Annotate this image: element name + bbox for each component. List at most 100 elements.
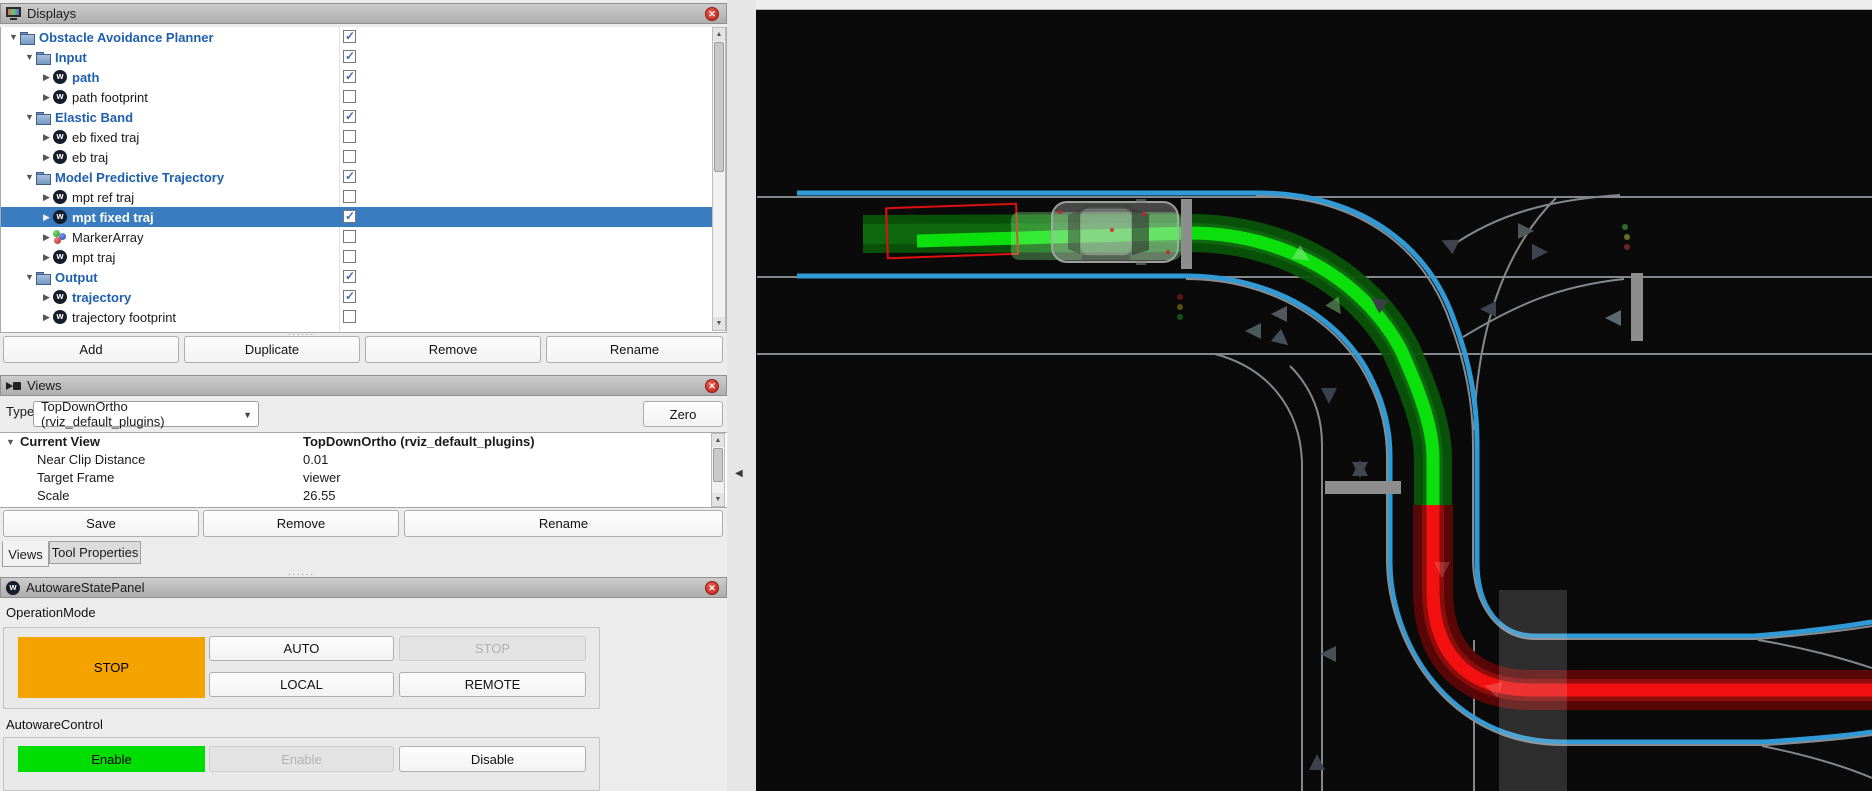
expand-arrow-icon[interactable]: ▶ — [40, 252, 53, 263]
visibility-checkbox[interactable] — [343, 50, 356, 63]
scrollbar-thumb[interactable] — [714, 42, 724, 172]
visibility-checkbox[interactable] — [343, 230, 356, 243]
tab-views[interactable]: Views — [2, 541, 49, 567]
close-icon[interactable]: ✕ — [705, 379, 719, 393]
visibility-checkbox[interactable] — [343, 110, 356, 123]
tree-scrollbar[interactable]: ▲ ▼ — [712, 27, 726, 331]
close-icon[interactable]: ✕ — [705, 7, 719, 21]
expand-arrow-icon[interactable]: ▼ — [7, 32, 20, 42]
expand-arrow-icon[interactable]: ▼ — [23, 52, 36, 62]
enable-state-button[interactable]: Enable — [18, 746, 205, 772]
visibility-checkbox[interactable] — [343, 130, 356, 143]
visibility-checkbox[interactable] — [343, 250, 356, 263]
tab-tool-properties[interactable]: Tool Properties — [49, 541, 141, 564]
autoware-panel-title: AutowareStatePanel — [26, 580, 145, 595]
panel-splitter[interactable]: ◀ — [727, 0, 756, 791]
save-button[interactable]: Save — [3, 510, 199, 537]
visibility-checkbox[interactable] — [343, 310, 356, 323]
displays-panel-header[interactable]: Displays ✕ — [0, 3, 727, 24]
tree-item-path-footprint[interactable]: ▶w path footprint — [1, 87, 726, 107]
duplicate-button[interactable]: Duplicate — [184, 336, 360, 363]
map-viewport[interactable] — [756, 0, 1872, 791]
autoware-display-icon: w — [53, 70, 67, 84]
visibility-checkbox[interactable] — [343, 170, 356, 183]
expand-arrow-icon[interactable]: ▶ — [40, 152, 53, 163]
splitter-handle[interactable]: ...... — [288, 567, 315, 577]
tree-item-input[interactable]: ▼ Input — [1, 47, 726, 67]
scroll-down-icon[interactable]: ▼ — [712, 493, 724, 506]
expand-arrow-icon[interactable]: ▶ — [40, 312, 53, 323]
views-panel-header[interactable]: Views ✕ — [0, 375, 727, 396]
table-row-scale[interactable]: Scale 26.55 — [0, 487, 727, 505]
table-row-near-clip-distance[interactable]: Near Clip Distance 0.01 — [0, 451, 727, 469]
remote-button[interactable]: REMOTE — [399, 672, 586, 697]
remove-button[interactable]: Remove — [365, 336, 541, 363]
folder-icon — [36, 52, 50, 63]
disable-button[interactable]: Disable — [399, 746, 586, 772]
expand-arrow-icon[interactable]: ▶ — [40, 212, 53, 223]
rename-button[interactable]: Rename — [546, 336, 723, 363]
zero-button[interactable]: Zero — [643, 401, 723, 427]
expand-arrow-icon[interactable]: ▶ — [40, 292, 53, 303]
collapse-arrow-icon[interactable]: ◀ — [735, 468, 743, 479]
folder-icon — [36, 172, 50, 183]
local-button[interactable]: LOCAL — [209, 672, 394, 697]
tree-item-mpt-traj[interactable]: ▶w mpt traj — [1, 247, 726, 267]
marker-array-icon — [53, 230, 67, 244]
tree-item-mpt-ref-traj[interactable]: ▶w mpt ref traj — [1, 187, 726, 207]
stop-state-button[interactable]: STOP — [18, 637, 205, 698]
expand-arrow-icon[interactable]: ▶ — [40, 132, 53, 143]
autoware-display-icon: w — [53, 150, 67, 164]
view-type-dropdown[interactable]: TopDownOrtho (rviz_default_plugins) ▼ — [33, 401, 259, 427]
visibility-checkbox[interactable] — [343, 30, 356, 43]
scroll-down-icon[interactable]: ▼ — [713, 317, 725, 330]
tree-item-output[interactable]: ▼ Output — [1, 267, 726, 287]
remove-view-button[interactable]: Remove — [203, 510, 399, 537]
tree-item-path[interactable]: ▶w path — [1, 67, 726, 87]
auto-button[interactable]: AUTO — [209, 636, 394, 661]
expand-arrow-icon[interactable]: ▶ — [40, 92, 53, 103]
tree-item-elastic-band[interactable]: ▼ Elastic Band — [1, 107, 726, 127]
expand-arrow-icon[interactable]: ▼ — [23, 272, 36, 282]
close-icon[interactable]: ✕ — [705, 581, 719, 595]
map-view-svg[interactable] — [756, 0, 1872, 791]
visibility-checkbox[interactable] — [343, 290, 356, 303]
visibility-checkbox[interactable] — [343, 70, 356, 83]
rviz-window: Displays ✕ ▼ Obstacle Avoidance Planner … — [0, 0, 1872, 791]
visibility-checkbox[interactable] — [343, 270, 356, 283]
visibility-checkbox[interactable] — [343, 210, 356, 223]
tree-item-obstacle-avoidance-planner[interactable]: ▼ Obstacle Avoidance Planner — [1, 27, 726, 47]
scroll-up-icon[interactable]: ▲ — [713, 28, 725, 41]
table-scrollbar[interactable]: ▲ ▼ — [711, 433, 725, 507]
tree-item-model-predictive-trajectory[interactable]: ▼ Model Predictive Trajectory — [1, 167, 726, 187]
expand-arrow-icon[interactable]: ▶ — [40, 72, 53, 83]
visibility-checkbox[interactable] — [343, 150, 356, 163]
ego-vehicle — [1052, 199, 1178, 265]
autoware-control-label: AutowareControl — [6, 717, 103, 732]
tree-item-trajectory-footprint[interactable]: ▶w trajectory footprint — [1, 307, 726, 327]
expand-arrow-icon[interactable]: ▼ — [6, 437, 15, 447]
scrollbar-thumb[interactable] — [713, 448, 723, 482]
tree-item-eb-traj[interactable]: ▶w eb traj — [1, 147, 726, 167]
visibility-checkbox[interactable] — [343, 90, 356, 103]
views-camera-icon — [6, 381, 21, 391]
expand-arrow-icon[interactable]: ▶ — [40, 232, 53, 243]
scroll-up-icon[interactable]: ▲ — [712, 434, 724, 447]
expand-arrow-icon[interactable]: ▶ — [40, 192, 53, 203]
tree-item-markerarray[interactable]: ▶ MarkerArray — [1, 227, 726, 247]
table-row-current-view[interactable]: ▼ Current View TopDownOrtho (rviz_defaul… — [0, 433, 727, 451]
table-row-target-frame[interactable]: Target Frame viewer — [0, 469, 727, 487]
rename-view-button[interactable]: Rename — [404, 510, 723, 537]
visibility-checkbox[interactable] — [343, 190, 356, 203]
expand-arrow-icon[interactable]: ▼ — [23, 112, 36, 122]
tree-item-eb-fixed-traj[interactable]: ▶w eb fixed traj — [1, 127, 726, 147]
folder-icon — [36, 112, 50, 123]
chevron-down-icon: ▼ — [243, 410, 252, 420]
add-button[interactable]: Add — [3, 336, 179, 363]
tree-item-mpt-fixed-traj-selected[interactable]: ▶w mpt fixed traj — [1, 207, 726, 227]
tree-item-trajectory[interactable]: ▶w trajectory — [1, 287, 726, 307]
autoware-display-icon: w — [53, 190, 67, 204]
expand-arrow-icon[interactable]: ▼ — [23, 172, 36, 182]
autoware-panel-header[interactable]: w AutowareStatePanel ✕ — [0, 577, 727, 598]
enable-button-disabled: Enable — [209, 746, 394, 772]
